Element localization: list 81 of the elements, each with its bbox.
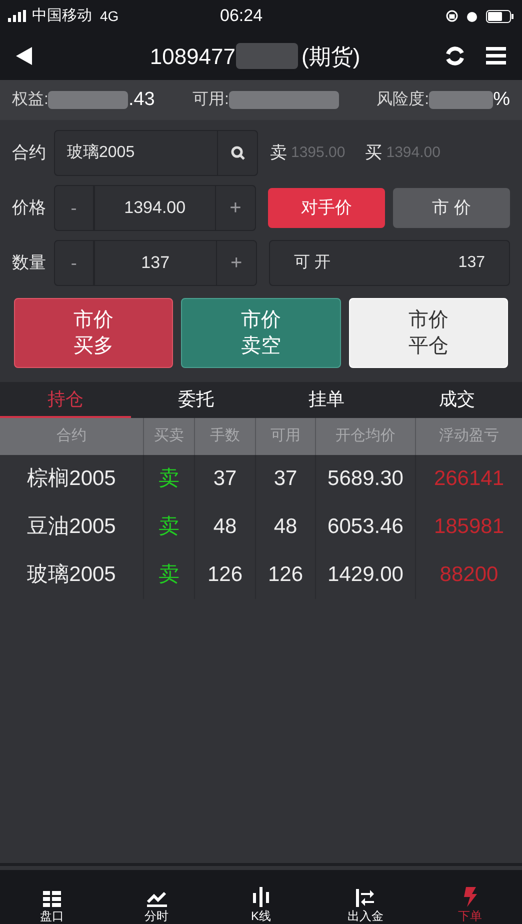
contract-field[interactable]: 玻璃2005 <box>54 130 258 176</box>
rotation-lock-icon <box>446 10 458 22</box>
available-cell: 37 <box>255 455 315 503</box>
column-header: 浮动盈亏 <box>415 418 522 455</box>
minus-button[interactable]: - <box>54 186 95 230</box>
plus-button[interactable]: + <box>215 186 255 230</box>
nav-item[interactable]: 出入金 <box>313 870 418 924</box>
nav-item[interactable]: K线 <box>208 870 314 924</box>
carrier-name: 中国移动 <box>32 6 92 26</box>
redaction-mark <box>429 91 494 109</box>
side-cell: 卖 <box>143 455 194 503</box>
quote-price: 1395.00 <box>291 142 346 163</box>
minus-button[interactable]: - <box>54 241 95 285</box>
price-cell: 5689.30 <box>315 455 415 503</box>
contract-value: 玻璃2005 <box>66 142 136 163</box>
nav-item[interactable]: 盘口 <box>0 870 104 924</box>
refresh-icon <box>444 45 466 67</box>
summary-label: 可用: <box>192 90 229 110</box>
tab[interactable]: 成交 <box>392 382 522 418</box>
summary-value: % <box>493 88 510 112</box>
line-chart-icon <box>146 891 167 907</box>
side-cell: 卖 <box>143 503 194 551</box>
summary-label: 权益: <box>12 90 48 110</box>
back-icon <box>16 47 32 65</box>
column-header: 买卖 <box>143 418 194 455</box>
lightning-icon <box>462 887 477 907</box>
price-cell: 6053.46 <box>315 503 415 551</box>
transfer-icon <box>356 889 374 907</box>
price-value: 1394.00 <box>123 197 187 220</box>
openable-value: 137 <box>458 253 485 273</box>
column-header: 开仓均价 <box>315 418 415 455</box>
contract-cell-text: 豆油2005 <box>26 514 117 540</box>
refresh-button[interactable] <box>444 45 466 67</box>
tab[interactable]: 挂单 <box>261 382 392 418</box>
side-cell: 卖 <box>143 551 194 599</box>
price-mode-button[interactable]: 市 价 <box>393 188 510 228</box>
summary-value: .43 <box>128 88 155 112</box>
menu-icon <box>486 47 506 65</box>
available-cell: 126 <box>255 551 315 599</box>
pnl-cell: 88200 <box>415 551 522 599</box>
field-label: 数量 <box>12 252 47 274</box>
price-cell: 1429.00 <box>315 551 415 599</box>
network-type: 4G <box>100 6 119 26</box>
stepper-field[interactable]: - 137 + <box>54 240 257 286</box>
search-icon <box>230 146 244 160</box>
lots-cell: 48 <box>194 503 255 551</box>
battery-icon <box>486 10 514 22</box>
price-mode-button[interactable]: 对手价 <box>268 188 385 228</box>
pnl-cell: 266141 <box>415 455 522 503</box>
available-cell: 48 <box>255 503 315 551</box>
lots-cell: 126 <box>194 551 255 599</box>
nav-item[interactable]: 分时 <box>104 870 209 924</box>
tab[interactable]: 委托 <box>130 382 261 418</box>
contract-cell-text: 棕榈2005 <box>26 466 117 492</box>
stepper-field[interactable]: - 1394.00 + <box>54 185 256 231</box>
quote-label: 买 <box>365 142 382 164</box>
account-number: 1089477 <box>150 42 236 70</box>
column-header: 手数 <box>194 418 255 455</box>
contract-cell-text: 玻璃2005 <box>26 562 117 588</box>
plus-button[interactable]: + <box>216 241 256 285</box>
candlestick-icon <box>252 887 270 907</box>
pnl-cell: 185981 <box>415 503 522 551</box>
account-type: (期货) <box>302 42 360 70</box>
summary-label: 风险度: <box>376 90 430 110</box>
column-header: 合约 <box>0 418 143 455</box>
quote-price: 1394.00 <box>386 142 440 163</box>
menu-button[interactable] <box>486 47 506 65</box>
order-button[interactable]: 市价 买多 <box>14 298 174 368</box>
quantity-value: 137 <box>140 252 171 274</box>
field-label: 合约 <box>12 142 47 164</box>
signal-icon <box>8 10 28 22</box>
lots-cell: 37 <box>194 455 255 503</box>
order-button[interactable]: 市价 平仓 <box>348 298 508 368</box>
grid-icon <box>43 891 62 907</box>
openable-label: 可 开 <box>294 253 330 273</box>
quote-label: 卖 <box>270 142 287 164</box>
field-label: 价格 <box>12 197 47 220</box>
clock-time: 06:24 <box>219 5 264 28</box>
column-header: 可用 <box>255 418 315 455</box>
redaction-mark <box>236 43 298 69</box>
order-button[interactable]: 市价 卖空 <box>181 298 341 368</box>
